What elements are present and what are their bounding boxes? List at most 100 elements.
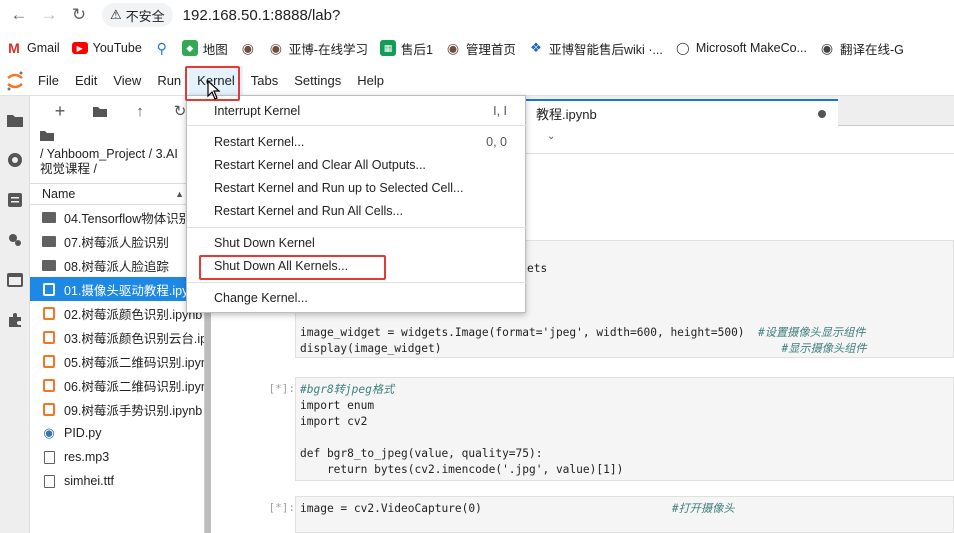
new-launcher-icon[interactable]: + — [40, 101, 80, 122]
bookmark-makecode[interactable]: ◯ Microsoft MakeCo... — [669, 40, 813, 56]
folder-icon — [42, 259, 56, 271]
commands-icon[interactable] — [0, 180, 30, 220]
column-header-name[interactable]: Name ▲ — [30, 183, 204, 205]
forward-icon[interactable]: → — [34, 3, 64, 27]
menu-help[interactable]: Help — [349, 66, 392, 96]
file-item[interactable]: 08.树莓派人脸追踪 — [30, 253, 204, 277]
unsaved-dot-icon[interactable] — [818, 109, 826, 118]
pin-icon: ⚲ — [156, 39, 167, 56]
kernel-menu: Interrupt Kernel I, I Restart Kernel... … — [186, 95, 527, 313]
menu-file[interactable]: File — [30, 66, 67, 96]
back-icon[interactable]: ← — [4, 3, 34, 27]
upload-icon[interactable]: ↑ — [120, 103, 160, 120]
sheet-icon: ▦ — [379, 40, 396, 56]
python-icon: ◉ — [43, 425, 55, 440]
menu-separator — [187, 282, 527, 283]
menu-item-restart-kernel[interactable]: Restart Kernel... 0, 0 — [187, 131, 527, 153]
file-browser-toolbar: + ↑ ↻ — [30, 96, 204, 126]
robot-icon: ◉ — [446, 39, 460, 56]
cell-type-chevron-icon[interactable]: ⌄ — [547, 131, 555, 142]
youtube-icon: ▶ — [71, 42, 88, 54]
file-item[interactable]: res.mp3 — [30, 445, 204, 469]
file-item[interactable]: 04.Tensorflow物体识别 — [30, 205, 204, 229]
bookmark-yahboom-learning[interactable]: ◉ 亚博-在线学习 — [262, 39, 374, 58]
notebook-icon — [43, 306, 55, 320]
tab-title: 教程.ipynb — [536, 107, 597, 122]
maps-icon: ◆ — [181, 40, 198, 56]
file-item[interactable]: 02.树莓派颜色识别.ipynb — [30, 301, 204, 325]
new-folder-icon[interactable] — [80, 106, 120, 117]
shutdown-all-highlight-box — [199, 255, 386, 280]
menu-separator — [187, 125, 527, 126]
running-icon[interactable] — [0, 140, 30, 180]
insecure-label: 不安全 — [125, 8, 165, 24]
address-bar[interactable]: ⚠ 不安全 192.168.50.1:8888/lab? — [102, 2, 340, 28]
menu-item-shutdown-kernel[interactable]: Shut Down Kernel — [187, 232, 527, 254]
jupyter-logo-icon — [0, 66, 30, 96]
security-indicator[interactable]: ⚠ 不安全 — [102, 3, 173, 27]
notebook-icon — [43, 330, 55, 344]
notebook-icon — [43, 378, 55, 392]
file-item[interactable]: 06.树莓派二维码识别.ipynb — [30, 373, 204, 397]
bookmark-admin[interactable]: ◉ 管理首页 — [439, 39, 522, 58]
property-inspector-icon[interactable] — [0, 220, 30, 260]
file-browser: + ↑ ↻ / Yahboom_Project / 3.AI 视觉课程 / Na… — [30, 96, 205, 533]
globe-icon: ◉ — [820, 39, 834, 56]
breadcrumb-path[interactable]: / Yahboom_Project / 3.AI — [40, 147, 194, 162]
jupyter-menubar: File Edit View Run Kernel Tabs Settings … — [0, 65, 954, 96]
menu-tabs[interactable]: Tabs — [243, 66, 286, 96]
menu-view[interactable]: View — [105, 66, 149, 96]
bookmark-translate[interactable]: ◉ 翻译在线-G — [813, 39, 910, 58]
menu-run[interactable]: Run — [149, 66, 189, 96]
bookmark-gmail[interactable]: M Gmail — [0, 40, 66, 56]
folder-icon[interactable] — [0, 100, 30, 140]
robot-icon: ◉ — [269, 39, 282, 56]
menu-settings[interactable]: Settings — [286, 66, 349, 96]
file-item[interactable]: 07.树莓派人脸识别 — [30, 229, 204, 253]
bookmarks-bar: M Gmail ▶ YouTube ⚲ ◆ 地图 ◉ ◉ 亚博-在线学习 ▦ 售… — [0, 35, 954, 61]
file-list: 04.Tensorflow物体识别 07.树莓派人脸识别 08.树莓派人脸追踪 … — [30, 205, 204, 493]
cell-prompt: [*]: — [268, 501, 296, 514]
notebook-tab[interactable]: 教程.ipynb — [526, 99, 838, 126]
file-icon — [43, 474, 55, 488]
file-item[interactable]: ◉ PID.py — [30, 421, 204, 445]
file-item[interactable]: simhei.ttf — [30, 469, 204, 493]
bookmark-wiki[interactable]: ❖ 亚博智能售后wiki ·... — [522, 39, 669, 58]
menu-item-restart-run-selected[interactable]: Restart Kernel and Run up to Selected Ce… — [187, 177, 527, 199]
menu-item-change-kernel[interactable]: Change Kernel... — [187, 287, 527, 309]
file-icon — [43, 450, 55, 464]
menu-edit[interactable]: Edit — [67, 66, 105, 96]
extensions-icon[interactable] — [0, 300, 30, 340]
gmail-icon: M — [8, 40, 20, 56]
bookmark-maps[interactable]: ◆ 地图 — [176, 39, 234, 58]
tabs-icon[interactable] — [0, 260, 30, 300]
cell-editor[interactable]: #bgr8转jpeg格式 import enum import cv2 def … — [295, 377, 954, 481]
menu-separator — [187, 227, 527, 228]
browser-toolbar: ← → ↻ ⚠ 不安全 192.168.50.1:8888/lab? — [0, 0, 954, 30]
bookmark-aftersales[interactable]: ▦ 售后1 — [374, 39, 439, 58]
cell-editor[interactable]: image = cv2.VideoCapture(0) #打开摄像头 — [295, 496, 954, 533]
wiki-icon: ❖ — [530, 40, 542, 55]
file-item-selected[interactable]: 01.摄像头驱动教程.ipynb — [30, 277, 204, 301]
bookmark-robot[interactable]: ◉ — [234, 40, 262, 56]
bookmark-pin[interactable]: ⚲ — [148, 40, 176, 56]
breadcrumb-home-icon[interactable] — [40, 130, 194, 145]
menu-item-interrupt-kernel[interactable]: Interrupt Kernel I, I — [187, 100, 527, 122]
url-text[interactable]: 192.168.50.1:8888/lab? — [183, 7, 341, 24]
menu-item-restart-clear[interactable]: Restart Kernel and Clear All Outputs... — [187, 154, 527, 176]
mouse-cursor-icon — [207, 79, 221, 103]
breadcrumb-path-cont[interactable]: 视觉课程 / — [40, 162, 194, 177]
cell-prompt: [*]: — [268, 382, 296, 395]
file-item[interactable]: 09.树莓派手势识别.ipynb — [30, 397, 204, 421]
notebook-icon — [43, 402, 55, 416]
robot-icon: ◉ — [241, 39, 254, 56]
menu-item-restart-run-all[interactable]: Restart Kernel and Run All Cells... — [187, 200, 527, 222]
notebook-icon — [43, 354, 55, 368]
folder-icon — [42, 211, 56, 223]
activity-bar — [0, 96, 30, 533]
bookmark-youtube[interactable]: ▶ YouTube — [66, 41, 148, 55]
breadcrumb: / Yahboom_Project / 3.AI 视觉课程 / — [30, 126, 204, 177]
file-item[interactable]: 05.树莓派二维码识别.ipynb — [30, 349, 204, 373]
file-item[interactable]: 03.树莓派颜色识别云台.ipynb — [30, 325, 204, 349]
reload-icon[interactable]: ↻ — [64, 3, 94, 27]
